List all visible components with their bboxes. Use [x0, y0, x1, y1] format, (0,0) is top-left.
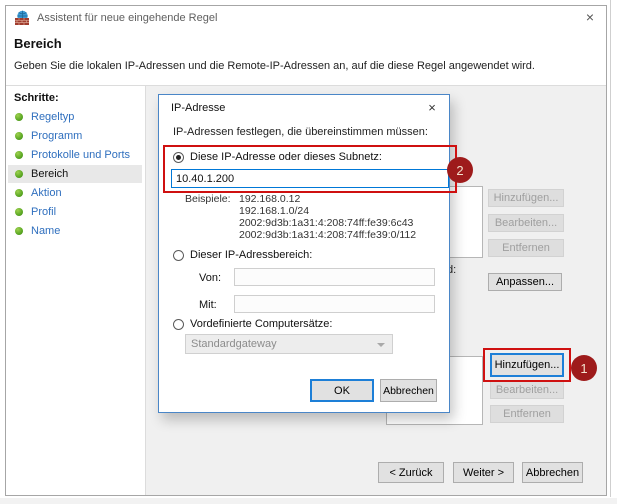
ip-address-dialog: IP-Adresse × IP-Adressen festlegen, die …	[158, 94, 450, 413]
step-bullet-icon	[15, 132, 23, 140]
sidebar-item-programm[interactable]: Programm	[8, 127, 142, 145]
steps-heading: Schritte:	[14, 92, 59, 104]
local-remove-button: Entfernen	[488, 239, 564, 257]
sidebar-item-label: Programm	[31, 130, 82, 142]
sidebar-item-label: Aktion	[31, 187, 62, 199]
firewall-icon	[14, 10, 30, 26]
range-from-input	[234, 268, 435, 286]
local-edit-button: Bearbeiten...	[488, 214, 564, 232]
step-bullet-icon	[15, 170, 23, 178]
step-bullet-icon	[15, 113, 23, 121]
sidebar-item-name[interactable]: Name	[8, 222, 142, 240]
sidebar-item-protokolle-und-ports[interactable]: Protokolle und Ports	[8, 146, 142, 164]
example-ip: 2002:9d3b:1a31:4:208:74ff:fe39:0/112	[239, 229, 416, 241]
sidebar-item-bereich[interactable]: Bereich	[8, 165, 142, 183]
range-to-input	[234, 295, 435, 313]
steps-sidebar: Schritte: Regeltyp Programm Protokolle u…	[6, 86, 146, 495]
dialog-close-icon[interactable]: ×	[423, 99, 441, 117]
wizard-window: Assistent für neue eingehende Regel × Be…	[5, 5, 607, 496]
step-bullet-icon	[15, 189, 23, 197]
predefined-radio[interactable]	[173, 319, 184, 330]
page-bottom-strip	[0, 498, 617, 504]
customize-button[interactable]: Anpassen...	[488, 273, 562, 291]
range-radio-label: Dieser IP-Adressbereich:	[190, 249, 312, 261]
step-bullet-icon	[15, 227, 23, 235]
annotation-rect-1	[483, 348, 571, 382]
background-window-edge	[610, 0, 611, 497]
remote-remove-button: Entfernen	[490, 405, 564, 423]
examples-label: Beispiele:	[185, 193, 231, 205]
predefined-radio-label: Vordefinierte Computersätze:	[190, 318, 332, 330]
sidebar-item-label: Regeltyp	[31, 111, 74, 123]
example-ip: 192.168.0.12	[239, 193, 300, 205]
sidebar-item-label: Protokolle und Ports	[31, 149, 130, 161]
step-bullet-icon	[15, 208, 23, 216]
annotation-rect-2	[163, 145, 457, 193]
back-button[interactable]: < Zurück	[378, 462, 444, 483]
sidebar-item-label: Profil	[31, 206, 56, 218]
dialog-instruction: IP-Adressen festlegen, die übereinstimme…	[173, 126, 428, 138]
page-description: Geben Sie die lokalen IP-Adressen und di…	[14, 60, 535, 72]
sidebar-item-aktion[interactable]: Aktion	[8, 184, 142, 202]
annotation-badge-2: 2	[447, 157, 473, 183]
wizard-header: Bereich Geben Sie die lokalen IP-Adresse…	[6, 29, 606, 86]
dialog-title: IP-Adresse	[171, 102, 225, 114]
range-from-label: Von:	[199, 272, 221, 284]
close-icon[interactable]: ×	[580, 8, 600, 26]
annotation-badge-1: 1	[571, 355, 597, 381]
sidebar-item-label: Bereich	[31, 168, 68, 180]
chevron-down-icon	[377, 343, 385, 347]
sidebar-item-regeltyp[interactable]: Regeltyp	[8, 108, 142, 126]
example-ip: 2002:9d3b:1a31:4:208:74ff:fe39:6c43	[239, 217, 413, 229]
sidebar-item-profil[interactable]: Profil	[8, 203, 142, 221]
step-bullet-icon	[15, 151, 23, 159]
example-ip: 192.168.1.0/24	[239, 205, 309, 217]
range-to-label: Mit:	[199, 299, 217, 311]
titlebar: Assistent für neue eingehende Regel ×	[6, 6, 606, 29]
predefined-select-value: Standardgateway	[191, 338, 277, 350]
range-radio[interactable]	[173, 250, 184, 261]
dialog-cancel-button[interactable]: Abbrechen	[380, 379, 437, 402]
local-add-button: Hinzufügen...	[488, 189, 564, 207]
window-title: Assistent für neue eingehende Regel	[37, 12, 217, 24]
next-button[interactable]: Weiter >	[453, 462, 514, 483]
page-title: Bereich	[14, 36, 62, 51]
cancel-button[interactable]: Abbrechen	[522, 462, 583, 483]
remote-edit-button: Bearbeiten...	[490, 381, 564, 399]
ok-button[interactable]: OK	[310, 379, 374, 402]
predefined-select: Standardgateway	[185, 334, 393, 354]
sidebar-item-label: Name	[31, 225, 60, 237]
